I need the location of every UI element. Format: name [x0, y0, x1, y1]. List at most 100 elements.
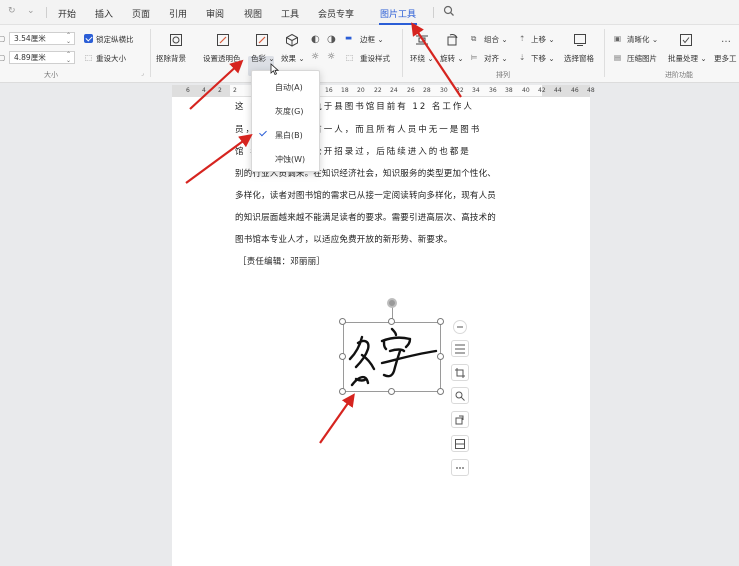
batch-button[interactable]: 批量处理 ⌄: [668, 53, 707, 64]
divider: [402, 29, 403, 77]
size-group-label: 大小: [44, 71, 58, 79]
reset-size-button[interactable]: 重设大小: [96, 53, 126, 64]
resize-handle[interactable]: [388, 388, 395, 395]
menu-item-label: 黑白(B): [275, 131, 303, 140]
reset-size-icon[interactable]: ⬚: [85, 53, 92, 62]
spinner-arrows-icon[interactable]: ⌃ ⌄: [66, 52, 71, 64]
compress-button[interactable]: 压缩图片: [627, 53, 657, 64]
more-tools-button[interactable]: 更多工: [714, 53, 737, 64]
menu-item-black-white[interactable]: 黑白(B): [252, 123, 321, 145]
more-options-button[interactable]: [451, 459, 469, 476]
effects-icon[interactable]: [285, 33, 299, 47]
advanced-group-label: 进阶功能: [665, 71, 693, 79]
resize-handle[interactable]: [437, 388, 444, 395]
search-icon[interactable]: [443, 5, 455, 17]
collapse-button[interactable]: [453, 320, 467, 334]
border-label: 边框: [360, 35, 375, 44]
group-button[interactable]: 组合 ⌄: [484, 34, 508, 45]
minus-icon: [457, 326, 463, 328]
chevron-down-icon[interactable]: ⌄: [27, 6, 35, 16]
effects-dropdown-button[interactable]: 效果 ⌄: [281, 53, 305, 64]
expand-icon[interactable]: ⌟: [141, 70, 144, 77]
bring-forward-button[interactable]: 上移 ⌄: [531, 34, 555, 45]
tab-tools[interactable]: 工具: [281, 7, 299, 20]
ruler-number: 20: [357, 87, 365, 94]
ruler-number: 4: [202, 87, 206, 94]
menu-item-grayscale[interactable]: 灰度(G): [252, 99, 321, 121]
brightness-up-icon[interactable]: ☼: [311, 52, 319, 62]
set-transparent-button[interactable]: 设置透明色: [203, 53, 241, 64]
tab-view[interactable]: 视图: [244, 7, 262, 20]
resize-handle[interactable]: [388, 318, 395, 325]
width-input[interactable]: 4.89厘米 ⌃ ⌄: [9, 51, 75, 64]
border-color-icon[interactable]: ▬: [345, 33, 352, 42]
ruler-number: 30: [440, 87, 448, 94]
group-icon[interactable]: ⧉: [471, 34, 476, 44]
wrap-icon[interactable]: [415, 33, 429, 47]
rotate-handle[interactable]: [387, 298, 397, 308]
rotate-button[interactable]: 旋转 ⌄: [440, 53, 464, 64]
tab-page[interactable]: 页面: [132, 7, 150, 20]
menu-item-auto[interactable]: 自动(A): [252, 75, 321, 97]
compress-icon[interactable]: ▤: [614, 53, 621, 62]
tab-review[interactable]: 审阅: [206, 7, 224, 20]
lock-ratio-checkbox[interactable]: [84, 34, 93, 43]
rotate-image-button[interactable]: [451, 411, 469, 428]
resize-handle[interactable]: [437, 318, 444, 325]
layout-options-button[interactable]: [451, 340, 469, 357]
selection-pane-icon[interactable]: [573, 33, 587, 47]
paragraph-line: 的知识层面越来越不能满足读者的要求。需要引进高层次、高技术的: [235, 213, 497, 223]
menu-item-label: 灰度(G): [275, 107, 304, 116]
color-icon[interactable]: [255, 33, 269, 47]
clarify-icon[interactable]: ▣: [614, 34, 621, 43]
spinner-arrows-icon[interactable]: ⌃ ⌄: [66, 33, 71, 45]
ruler-number: 6: [186, 87, 190, 94]
send-backward-button[interactable]: 下移 ⌄: [531, 53, 555, 64]
color-button-label: 色彩: [251, 54, 266, 63]
ruler-number: 2: [218, 87, 222, 94]
image-extract-button[interactable]: [451, 435, 469, 452]
wrap-button[interactable]: 环绕 ⌄: [410, 53, 434, 64]
tab-insert[interactable]: 插入: [95, 7, 113, 20]
reset-style-button[interactable]: 重设样式: [360, 53, 390, 64]
tab-picture-tools[interactable]: 图片工具: [378, 7, 418, 25]
bring-forward-icon[interactable]: ⇡: [519, 34, 525, 43]
crop-button[interactable]: [451, 364, 469, 381]
tab-home[interactable]: 开始: [58, 7, 76, 20]
checkmark-icon: [259, 128, 267, 137]
ruler-number: 26: [407, 87, 415, 94]
more-icon[interactable]: …: [721, 34, 731, 45]
align-icon[interactable]: ⊨: [471, 53, 478, 62]
tab-member[interactable]: 会员专享: [318, 7, 354, 20]
align-button[interactable]: 对齐 ⌄: [484, 53, 508, 64]
height-input[interactable]: 3.54厘米 ⌃ ⌄: [9, 32, 75, 45]
remove-background-button[interactable]: 抠除背景: [156, 53, 186, 64]
send-backward-icon[interactable]: ⇣: [519, 53, 525, 62]
remove-background-icon[interactable]: [169, 33, 183, 47]
contrast-icon[interactable]: ◑: [327, 34, 336, 45]
set-transparent-icon[interactable]: [216, 33, 230, 47]
resize-handle[interactable]: [339, 353, 346, 360]
border-dropdown-button[interactable]: 边框 ⌄: [360, 34, 384, 45]
resize-handle[interactable]: [339, 388, 346, 395]
arrange-group-label: 排列: [496, 71, 510, 79]
rotate-icon[interactable]: [445, 33, 459, 47]
clarify-label: 清晰化: [627, 35, 650, 44]
menu-item-washout[interactable]: 冲蚀(W): [252, 147, 321, 169]
wrap-text-icon: [455, 344, 465, 354]
divider: [46, 7, 47, 18]
lock-ratio-label[interactable]: 锁定纵横比: [96, 34, 134, 45]
clarify-button[interactable]: 清晰化 ⌄: [627, 34, 658, 45]
brightness-icon[interactable]: ◐: [311, 34, 320, 45]
resize-handle[interactable]: [437, 353, 444, 360]
redo-icon[interactable]: ↻: [8, 6, 16, 16]
selection-pane-button[interactable]: 选择窗格: [564, 53, 594, 64]
tab-references[interactable]: 引用: [169, 7, 187, 20]
paragraph-line: 图书馆本专业人才，以适应免费开放的新形势、新要求。: [235, 235, 453, 245]
brightness-down-icon[interactable]: ☼: [327, 52, 335, 62]
reset-style-icon[interactable]: ⬚: [346, 53, 353, 62]
zoom-button[interactable]: [451, 387, 469, 404]
signature-image[interactable]: [343, 322, 441, 392]
batch-icon[interactable]: [679, 33, 693, 47]
resize-handle[interactable]: [339, 318, 346, 325]
